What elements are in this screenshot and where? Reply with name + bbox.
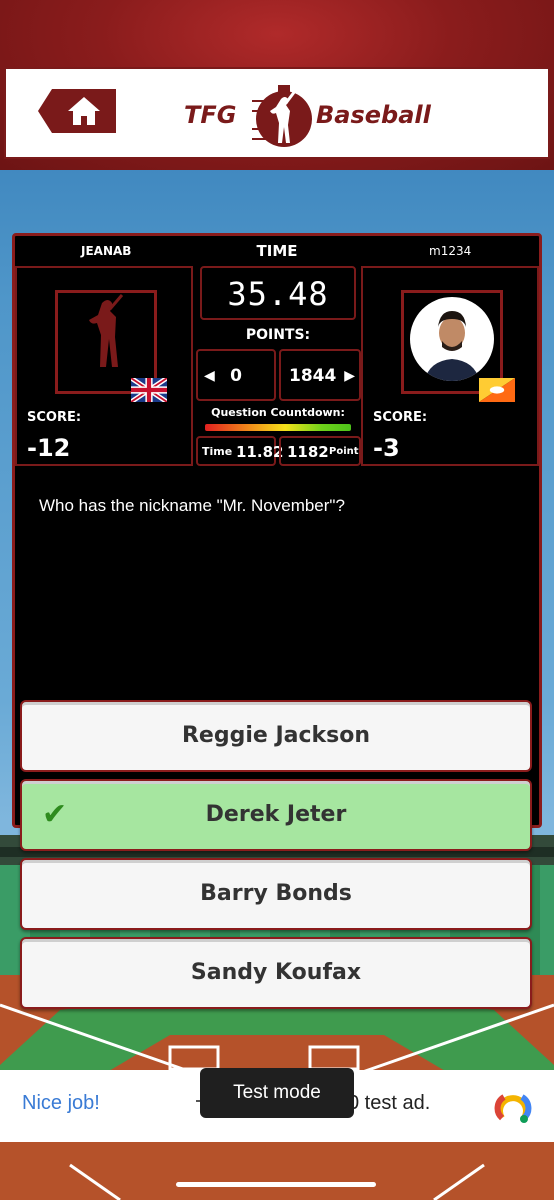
ad-left-text: Nice job! (22, 1092, 100, 1114)
point-small-label: Point (329, 446, 359, 457)
points-left-value: 0 (230, 366, 242, 386)
time-small-value: 11.82 (236, 443, 284, 461)
time-small-box: Time 11.82 (196, 436, 283, 466)
answer-label-2: Derek Jeter (205, 802, 347, 827)
answer-button-3[interactable]: Barry Bonds (20, 858, 532, 930)
profile-photo-icon (410, 297, 494, 381)
ad-choices-icon[interactable] (494, 1088, 532, 1126)
question-text: Who has the nickname "Mr. November"? (39, 496, 345, 515)
left-score-label: SCORE: (27, 410, 82, 425)
right-score-label: SCORE: (373, 410, 428, 425)
time-label: TIME (256, 242, 298, 260)
answer-button-1[interactable]: Reggie Jackson (20, 700, 532, 772)
points-right-box: 1844 ▶ (279, 349, 361, 401)
point-small-box: 1182 Point (279, 436, 361, 466)
test-mode-toast: Test mode (200, 1068, 354, 1118)
answer-label-1: Reggie Jackson (181, 723, 371, 748)
point-small-value: 1182 (287, 443, 329, 461)
answer-label-3: Barry Bonds (200, 881, 352, 906)
time-small-label: Time (202, 445, 233, 458)
logo-baseball-text: Baseball (316, 101, 431, 129)
answer-button-2[interactable]: ✔ Derek Jeter (20, 779, 532, 851)
points-left-box: ◀ 0 (196, 349, 276, 401)
batter-logo-icon (252, 85, 312, 147)
right-score-value: -3 (373, 434, 400, 462)
batter-silhouette-icon (89, 294, 124, 367)
left-player-card: SCORE: -12 (15, 266, 193, 466)
right-player-card: SCORE: -3 (361, 266, 539, 466)
checkmark-icon: ✔ (42, 797, 68, 832)
logo: TFG Baseball (176, 75, 436, 155)
timer-display: 35.48 (200, 266, 356, 320)
ad-right-text: 0 test ad. (348, 1092, 431, 1114)
app-header: TFG Baseball (4, 67, 550, 159)
points-right-value: 1844 (289, 366, 337, 386)
answer-button-4[interactable]: Sandy Koufax (20, 937, 532, 1009)
home-button[interactable] (38, 89, 118, 139)
countdown-bar (205, 424, 351, 431)
uk-flag-icon (131, 378, 167, 402)
right-arrow-icon: ▶ (344, 368, 355, 384)
points-label: POINTS: (245, 327, 311, 343)
countdown-label: Question Countdown: (211, 406, 345, 419)
bhutan-flag-icon (479, 378, 515, 402)
answer-label-4: Sandy Koufax (190, 960, 362, 985)
home-icon (38, 89, 116, 133)
home-indicator[interactable] (176, 1182, 376, 1187)
left-score-value: -12 (27, 434, 71, 462)
logo-tfg-text: TFG (184, 101, 237, 129)
